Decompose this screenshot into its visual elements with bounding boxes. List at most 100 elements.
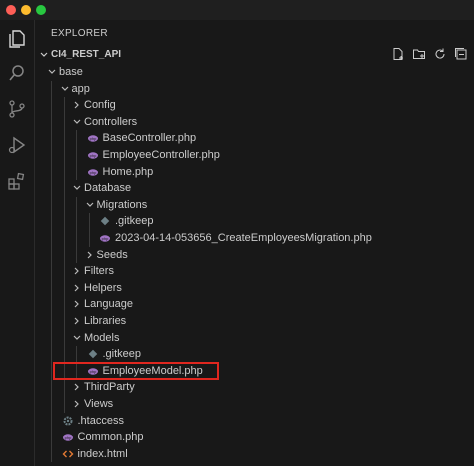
php-file-icon: php bbox=[87, 132, 99, 144]
php-file-icon: php bbox=[62, 431, 74, 443]
indent-guide bbox=[63, 213, 65, 230]
tree-file[interactable]: .gitkeep bbox=[35, 213, 474, 230]
collapse-all-icon[interactable] bbox=[454, 47, 468, 61]
tree-item-label: ThirdParty bbox=[84, 381, 135, 394]
tree-item-label: Home.php bbox=[102, 165, 154, 178]
tree-item-label: base bbox=[59, 66, 83, 78]
tree-folder[interactable]: ThirdParty bbox=[35, 379, 474, 396]
indent-guide bbox=[63, 163, 65, 181]
indent-guide bbox=[63, 97, 65, 114]
git-file-icon bbox=[87, 348, 99, 360]
tree-folder[interactable]: Migrations bbox=[35, 196, 474, 214]
indent-guide bbox=[51, 329, 52, 347]
indent-guide bbox=[63, 313, 65, 330]
indent-guide bbox=[63, 263, 65, 280]
tree-item-label: .gitkeep bbox=[102, 348, 142, 361]
svg-text:php: php bbox=[89, 136, 96, 141]
indent-guide bbox=[76, 230, 77, 247]
indent-guide bbox=[51, 263, 52, 280]
indent-guide bbox=[63, 130, 65, 147]
indent-guide bbox=[51, 445, 52, 463]
tree-file[interactable]: index.html bbox=[35, 445, 474, 463]
section-actions bbox=[387, 47, 468, 63]
php-file-icon: php bbox=[99, 232, 111, 244]
indent-guide bbox=[88, 230, 90, 247]
chevron-right-icon bbox=[74, 267, 79, 275]
workspace-section-header[interactable]: CI4_REST_API bbox=[35, 46, 474, 64]
indent-guide bbox=[76, 163, 77, 181]
indent-guide bbox=[51, 362, 52, 380]
indent-guide bbox=[51, 130, 52, 147]
tree-folder[interactable]: app bbox=[35, 80, 474, 98]
window-maximize-button[interactable] bbox=[36, 5, 46, 15]
chevron-right-icon bbox=[87, 251, 92, 259]
chevron-down-icon bbox=[73, 119, 81, 124]
activity-bar bbox=[0, 20, 35, 466]
indent-guide bbox=[76, 147, 77, 164]
chevron-down-icon bbox=[73, 185, 81, 191]
tree-folder[interactable]: Filters bbox=[35, 263, 474, 280]
indent-guide bbox=[63, 113, 65, 131]
tree-file[interactable]: php Common.php bbox=[35, 429, 474, 446]
chevron-right-icon bbox=[74, 317, 79, 325]
tree-file[interactable]: php BaseController.php bbox=[35, 130, 474, 147]
tree-item-label: Migrations bbox=[96, 198, 148, 211]
indent-guide bbox=[51, 279, 52, 297]
indent-guide bbox=[51, 180, 52, 197]
tree-folder[interactable]: base bbox=[35, 64, 474, 81]
new-file-icon[interactable] bbox=[391, 47, 405, 61]
tree-folder[interactable]: Seeds bbox=[35, 246, 474, 264]
tree-item-label: Common.php bbox=[77, 431, 144, 444]
chevron-right-icon bbox=[74, 400, 79, 408]
tree-file[interactable]: .htaccess bbox=[35, 412, 474, 430]
tree-item-label: Config bbox=[84, 99, 116, 112]
explorer-title: EXPLORER bbox=[51, 28, 108, 39]
tree-folder[interactable]: Database bbox=[35, 180, 474, 197]
tree-item-label: Database bbox=[84, 182, 132, 195]
tree-folder[interactable]: Models bbox=[35, 329, 474, 347]
tree-item-label: Controllers bbox=[84, 115, 138, 128]
explorer-icon[interactable] bbox=[6, 28, 28, 50]
tree-folder[interactable]: Helpers bbox=[35, 279, 474, 297]
html-file-icon bbox=[62, 448, 74, 460]
indent-guide bbox=[63, 296, 65, 313]
tree-item-label: Language bbox=[84, 298, 133, 311]
tree-folder[interactable]: Controllers bbox=[35, 113, 474, 131]
tree-folder[interactable]: Libraries bbox=[35, 313, 474, 330]
tree-file[interactable]: .gitkeep bbox=[35, 346, 474, 363]
window-close-button[interactable] bbox=[6, 5, 16, 15]
chevron-down-icon bbox=[48, 69, 56, 74]
chevron-down-icon bbox=[40, 52, 48, 57]
tree-folder[interactable]: Language bbox=[35, 296, 474, 313]
indent-guide bbox=[51, 396, 52, 413]
chevron-down-icon bbox=[73, 335, 81, 340]
chevron-right-icon bbox=[74, 300, 79, 308]
indent-guide bbox=[51, 97, 52, 114]
run-debug-icon[interactable] bbox=[6, 134, 28, 156]
git-file-icon bbox=[99, 215, 111, 227]
tree-item-label: Libraries bbox=[84, 315, 127, 327]
chevron-right-icon bbox=[74, 383, 79, 391]
extensions-icon[interactable] bbox=[6, 170, 28, 192]
indent-guide bbox=[63, 196, 65, 214]
refresh-icon[interactable] bbox=[433, 47, 447, 61]
source-control-icon[interactable] bbox=[6, 98, 28, 120]
indent-guide bbox=[51, 147, 52, 164]
search-icon[interactable] bbox=[6, 62, 28, 84]
new-folder-icon[interactable] bbox=[412, 47, 426, 61]
tree-file[interactable]: php 2023-04-14-053656_CreateEmployeesMigr… bbox=[35, 230, 474, 247]
chevron-down-icon bbox=[61, 86, 68, 91]
tree-file[interactable]: php EmployeeController.php bbox=[35, 147, 474, 164]
indent-guide bbox=[51, 230, 52, 247]
tree-item-label: EmployeeController.php bbox=[102, 149, 220, 161]
explorer-sidebar: EXPLORER CI4_REST_API base app Config Contr… bbox=[35, 20, 474, 466]
window-minimize-button[interactable] bbox=[21, 5, 31, 15]
tree-file[interactable]: php Home.php bbox=[35, 163, 474, 181]
tree-item-label: index.html bbox=[77, 447, 128, 460]
indent-guide bbox=[88, 213, 90, 230]
tree-folder[interactable]: Views bbox=[35, 396, 474, 413]
indent-guide bbox=[76, 246, 77, 264]
tree-folder[interactable]: Config bbox=[35, 97, 474, 114]
indent-guide bbox=[63, 147, 65, 164]
tree-item-label: BaseController.php bbox=[102, 132, 197, 145]
